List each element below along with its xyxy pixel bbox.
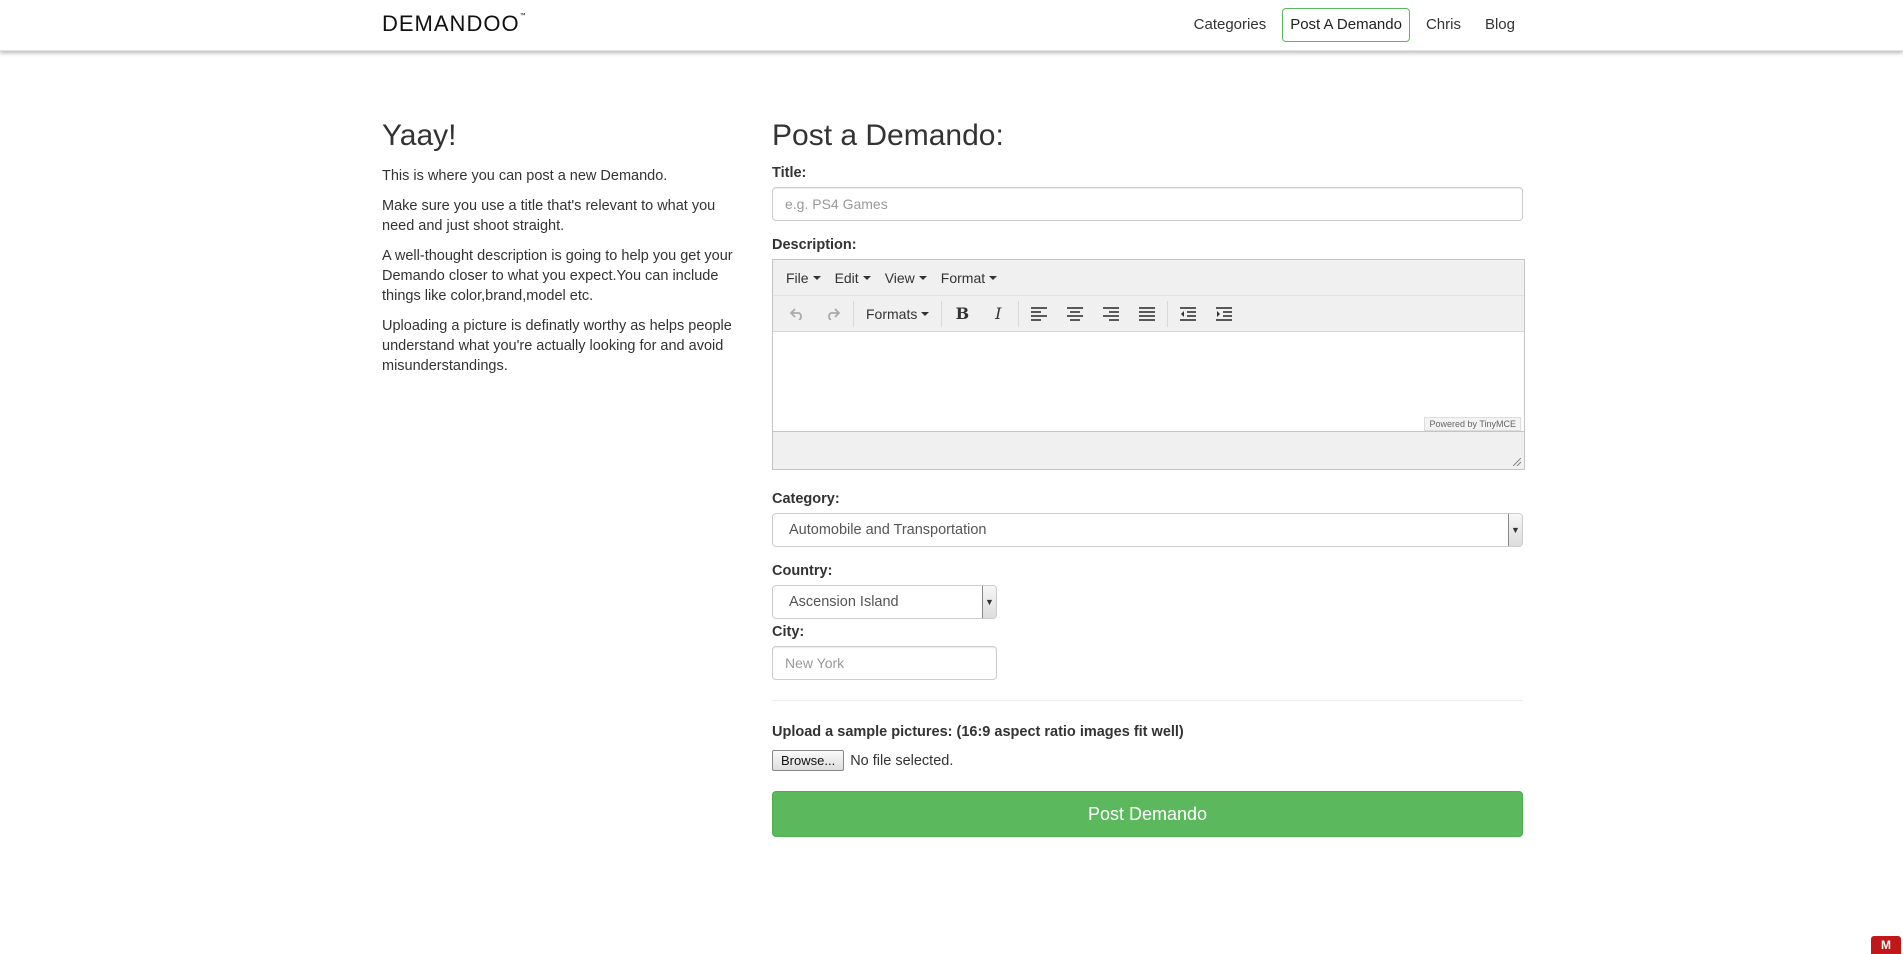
align-left-icon[interactable] [1021, 299, 1057, 329]
country-label: Country: [772, 563, 833, 579]
city-input[interactable] [772, 646, 997, 680]
category-select[interactable]: Automobile and Transportation ▼ [772, 513, 1523, 547]
upload-label: Upload a sample pictures: (16:9 aspect r… [772, 724, 1184, 740]
intro-paragraph: A well-thought description is going to h… [382, 248, 733, 304]
category-label: Category: [772, 491, 840, 507]
editor-statusbar [773, 432, 1524, 469]
chevron-down-icon: ▼ [982, 586, 996, 618]
description-editor: File Edit View Format Formats B I Powere… [772, 259, 1525, 470]
editor-menu-view[interactable]: View [878, 270, 934, 286]
nav-link-user[interactable]: Chris [1418, 8, 1469, 42]
nav-link-categories[interactable]: Categories [1186, 8, 1275, 42]
powered-by-tinymce[interactable]: Powered by TinyMCE [1424, 417, 1521, 431]
align-center-icon[interactable] [1057, 299, 1093, 329]
nav-link-post-demando[interactable]: Post A Demando [1282, 8, 1410, 42]
top-navbar: DEMANDOO™ Categories Post A Demando Chri… [0, 0, 1903, 51]
post-demando-button[interactable]: Post Demando [772, 791, 1523, 837]
editor-content-area[interactable]: Powered by TinyMCE [773, 332, 1524, 432]
indent-icon[interactable] [1206, 299, 1242, 329]
editor-toolbar: Formats B I [773, 296, 1524, 332]
bold-icon[interactable]: B [944, 299, 980, 329]
align-right-icon[interactable] [1093, 299, 1129, 329]
editor-menubar: File Edit View Format [773, 260, 1524, 296]
undo-icon[interactable] [779, 299, 815, 329]
country-select[interactable]: Ascension Island ▼ [772, 585, 997, 619]
browse-button[interactable]: Browse... [772, 750, 845, 771]
brand-logo[interactable]: DEMANDOO™ [382, 11, 527, 37]
italic-icon[interactable]: I [980, 299, 1016, 329]
resize-handle-icon[interactable] [1513, 458, 1521, 466]
editor-menu-format[interactable]: Format [934, 270, 1004, 286]
main-nav: Categories Post A Demando Chris Blog [1178, 8, 1523, 42]
align-justify-icon[interactable] [1129, 299, 1165, 329]
chevron-down-icon [918, 275, 927, 280]
editor-menu-edit[interactable]: Edit [828, 270, 878, 286]
intro-panel: Yaay! This is where you can post a new D… [382, 118, 742, 386]
formats-dropdown[interactable]: Formats [856, 299, 939, 329]
form-heading: Post a Demando: [772, 119, 1004, 152]
title-label: Title: [772, 165, 807, 181]
intro-heading: Yaay! [382, 119, 457, 152]
mcafee-icon[interactable]: M [1871, 936, 1901, 954]
file-upload: Browse... No file selected. [772, 750, 1523, 771]
toolbar-separator [853, 300, 854, 327]
toolbar-separator [941, 300, 943, 327]
chevron-down-icon [989, 275, 998, 280]
post-demando-form: Post a Demando: Title: Description: File… [772, 118, 1525, 837]
chevron-down-icon [862, 275, 871, 280]
chevron-down-icon [812, 275, 821, 280]
form-divider [772, 700, 1523, 701]
redo-icon[interactable] [815, 299, 851, 329]
chevron-down-icon [921, 311, 930, 316]
file-status: No file selected. [850, 752, 954, 769]
intro-paragraph: Uploading a picture is definatly worthy … [382, 318, 732, 374]
category-selected-value: Automobile and Transportation [789, 522, 987, 538]
nav-link-blog[interactable]: Blog [1477, 8, 1523, 42]
intro-paragraph: This is where you can post a new Demando… [382, 168, 668, 184]
title-input[interactable] [772, 187, 1523, 221]
description-label: Description: [772, 237, 857, 253]
toolbar-separator [1018, 300, 1020, 327]
editor-menu-file[interactable]: File [779, 270, 828, 286]
outdent-icon[interactable] [1170, 299, 1206, 329]
toolbar-separator [1167, 300, 1169, 327]
intro-paragraph: Make sure you use a title that's relevan… [382, 198, 716, 234]
country-selected-value: Ascension Island [789, 594, 899, 610]
chevron-down-icon: ▼ [1508, 514, 1522, 546]
city-label: City: [772, 624, 805, 640]
